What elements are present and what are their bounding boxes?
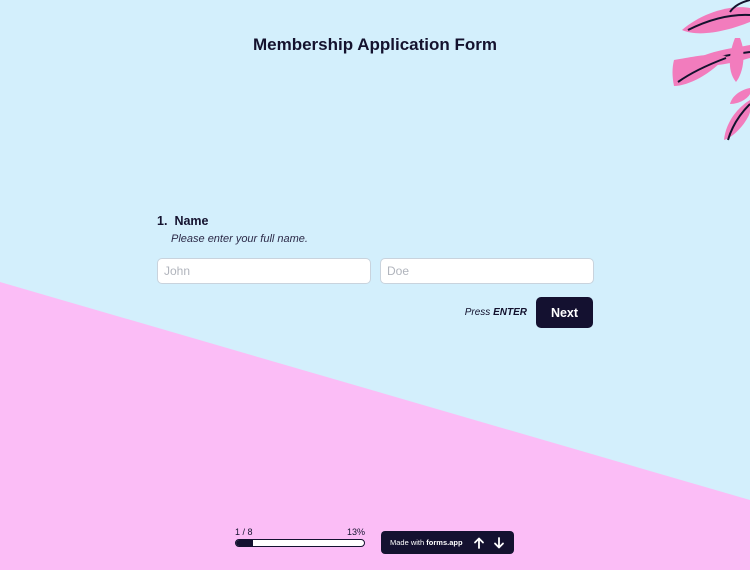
first-name-input[interactable]: [157, 258, 371, 284]
leaves-decoration: [672, 0, 750, 141]
name-inputs: [157, 258, 594, 284]
enter-key-text: ENTER: [493, 307, 527, 318]
progress-step: 1 / 8: [235, 527, 253, 537]
question-number: 1.: [157, 214, 168, 228]
arrow-up-icon[interactable]: [472, 536, 486, 550]
pink-background-shape: [0, 282, 750, 570]
question-header: 1. Name: [157, 214, 308, 228]
next-button[interactable]: Next: [536, 297, 593, 328]
progress-indicator: 1 / 8 13%: [235, 527, 365, 547]
arrow-down-icon[interactable]: [492, 536, 506, 550]
progress-percent: 13%: [346, 527, 365, 537]
progress-bar: [235, 539, 365, 547]
press-text: Press: [464, 307, 491, 318]
brand-name: forms.app: [426, 538, 463, 547]
question-block: 1. Name Please enter your full name.: [157, 214, 308, 245]
last-name-input[interactable]: [380, 258, 594, 284]
progress-fill: [236, 540, 253, 546]
press-enter-hint: Press ENTER: [465, 307, 527, 318]
question-navigation: [472, 536, 506, 550]
question-description: Please enter your full name.: [171, 233, 308, 245]
question-label: Name: [174, 214, 209, 228]
form-title: Membership Application Form: [252, 35, 497, 54]
question-actions: Press ENTER Next: [465, 297, 593, 328]
made-with-text: Made with: [390, 538, 425, 547]
footer-bar: Made with forms.app: [381, 531, 514, 554]
made-with-link[interactable]: Made with forms.app: [390, 538, 463, 547]
